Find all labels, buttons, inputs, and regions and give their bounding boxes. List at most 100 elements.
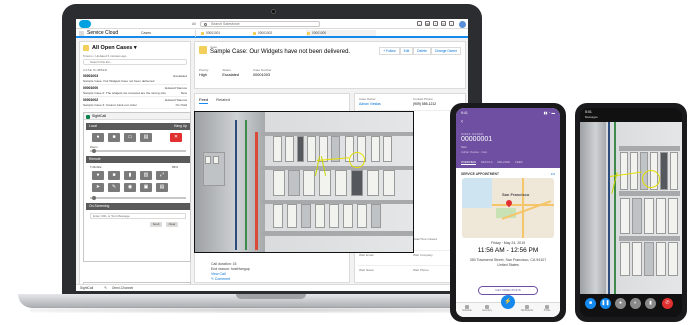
app-launcher-icon[interactable] [79,31,84,36]
sightcall-header: SightCall [84,113,190,120]
nav-inventory[interactable]: Inventory [478,305,496,312]
clear-button[interactable]: Clear [166,222,178,227]
laptop-notch [236,294,306,299]
appointment-map[interactable]: San Francisco [462,178,554,238]
flashlight-button[interactable]: ▮ [645,298,656,309]
message-input[interactable]: Enter URL or Text Message [90,213,186,219]
switch-camera-button[interactable]: ◐ [630,298,641,309]
search-scope[interactable]: All [192,21,196,27]
appointment-time: 11:56 AM - 12:56 PM [477,247,539,254]
local-zoom-slider[interactable] [90,148,186,153]
workspace-tab-1[interactable]: 00001001 [200,30,248,37]
workspace-tab-3[interactable]: 00001000 [306,30,376,37]
object-select[interactable]: Cases [138,30,196,37]
sightcall-widget: SightCall Local Hang Up ● ■ ▭ ▤ ✕ Zoom R… [83,112,191,262]
add-icon[interactable]: + [417,21,422,26]
tab-related[interactable]: RELATED [497,160,510,165]
tab-details[interactable]: DETAILS [481,160,492,165]
sightcall-icon [86,114,90,119]
feed-call-duration: Call duration: 15 [211,262,237,266]
comment-link[interactable]: ✎ Comment [211,277,230,281]
tab-feed[interactable]: Feed [199,97,209,104]
appointment-address: 350 Townsend Street, San Francisco, CA 9… [469,258,547,267]
tab-feed[interactable]: FEED [515,160,522,165]
camera-button[interactable]: ■ [108,133,120,142]
pointer-button[interactable]: ➤ [92,183,104,192]
follow-button[interactable]: + Follow [379,47,400,55]
column-header-case-number[interactable]: CASE NUMBER [83,68,107,72]
utility-bar: SightCall ✎ Omni-Channel [76,284,468,291]
workspace-tab-2[interactable]: 00001002 [252,30,302,37]
laptop-camera [271,9,276,14]
remote-mic-button[interactable]: ● [92,171,104,180]
microphone-button[interactable]: ● [92,133,104,142]
nav-profile[interactable]: Profile [538,305,556,312]
appointment-label: SERVICE APPOINTMENT [461,172,499,176]
list-title[interactable]: All Open Cases ▾ [83,45,137,51]
list-item[interactable]: 00001003 Sample Case: Our Widgets have n… [83,73,187,85]
end-call-button[interactable]: ✆ [662,298,673,309]
save-button[interactable]: ▤ [156,183,168,192]
laptop-shadow [30,307,512,313]
bell-icon[interactable]: ♪ [449,21,454,26]
field-service-app-screen: 9:41 ▮▮ ◔ ▬ ‹ WORK ORDER 00000001 Test A… [456,108,560,317]
freeze-button[interactable]: ▥ [140,171,152,180]
tab-related[interactable]: Related [216,97,230,104]
tab-overview[interactable]: OVERVIEW [461,160,477,165]
snapshot-button[interactable]: ◉ [124,183,136,192]
detail-web-name: Web Name [359,268,374,272]
help-icon[interactable]: ? [433,21,438,26]
search-icon [204,23,207,26]
back-icon[interactable]: ‹ [461,119,463,125]
screening-section-header: On-Screening [86,203,190,210]
get-directions-button[interactable]: GET DIRECTIONS [478,286,538,295]
salesforce-logo[interactable] [79,20,91,28]
record-button[interactable]: ▣ [140,183,152,192]
hang-up-label[interactable]: Hang Up [174,123,187,130]
draw-button[interactable]: ✎ [108,183,120,192]
remote-section-header: Remote [86,156,190,163]
remote-zoom-slider[interactable] [90,195,186,200]
list-search-input[interactable]: Search this list... [83,59,187,65]
record-title: Sample Case: Our Widgets have not been d… [210,49,351,55]
utility-sightcall[interactable]: SightCall [80,286,93,290]
delete-button[interactable]: Delete [413,47,431,55]
status-icons: ▮▮ ◔ ▬ [543,111,555,115]
hang-up-button[interactable]: ✕ [170,133,182,142]
header-icons: + ▦ ? ⚙ ♪ [417,21,454,26]
more-options-icon[interactable]: ••• [551,171,555,176]
view-call-link[interactable]: View Call [211,272,226,276]
gear-icon[interactable]: ⚙ [441,21,446,26]
user-avatar[interactable] [459,20,466,28]
share-button[interactable]: ▤ [140,133,152,142]
divider [358,265,464,266]
app-name: Service Cloud [87,30,119,36]
quick-action-bolt-button[interactable]: ⚡ [501,295,515,309]
nav-schedule[interactable]: Schedule [458,305,476,312]
setup-icon[interactable]: ▦ [425,21,430,26]
utility-omni-channel[interactable]: ✎ Omni-Channel [104,286,139,290]
remote-camera-button[interactable]: ■ [108,171,120,180]
annotation-circle [349,152,365,168]
send-button[interactable]: Send [150,222,162,227]
video-toggle-button[interactable]: ■ [585,298,596,309]
video-call-screen: 5:01 Messages ■ ❚❚ ● ◐ ▮ ✆ [580,108,682,317]
hd-button[interactable]: ▭ [124,133,136,142]
fullscreen-button[interactable]: ⤢ [156,171,168,180]
global-search-input[interactable]: Search Salesforce [200,21,320,27]
list-item[interactable]: 00001002 Sample Case 3: Cannot track our… [83,97,187,109]
change-owner-button[interactable]: Change Owner [430,47,461,55]
list-item[interactable]: 00001000 Sample Case 2: The widgets we r… [83,85,187,97]
appointment-date: Friday · May 24, 2019 [490,241,526,245]
video-stream-window[interactable] [194,111,414,253]
edit-button[interactable]: Edit [399,47,414,55]
nav-notifications[interactable]: Notifications [518,305,536,312]
call-controls: ■ ❚❚ ● ◐ ▮ ✆ [580,298,682,312]
flashlight-button[interactable]: ▮ [124,171,136,180]
field-priority: Priority High [199,68,209,77]
status-back-label[interactable]: Messages [585,115,598,119]
pause-button[interactable]: ❚❚ [600,298,611,309]
mute-button[interactable]: ● [615,298,626,309]
case-icon [199,46,207,54]
laptop-screen: All Search Salesforce + ▦ ? ⚙ ♪ Service … [76,19,468,291]
